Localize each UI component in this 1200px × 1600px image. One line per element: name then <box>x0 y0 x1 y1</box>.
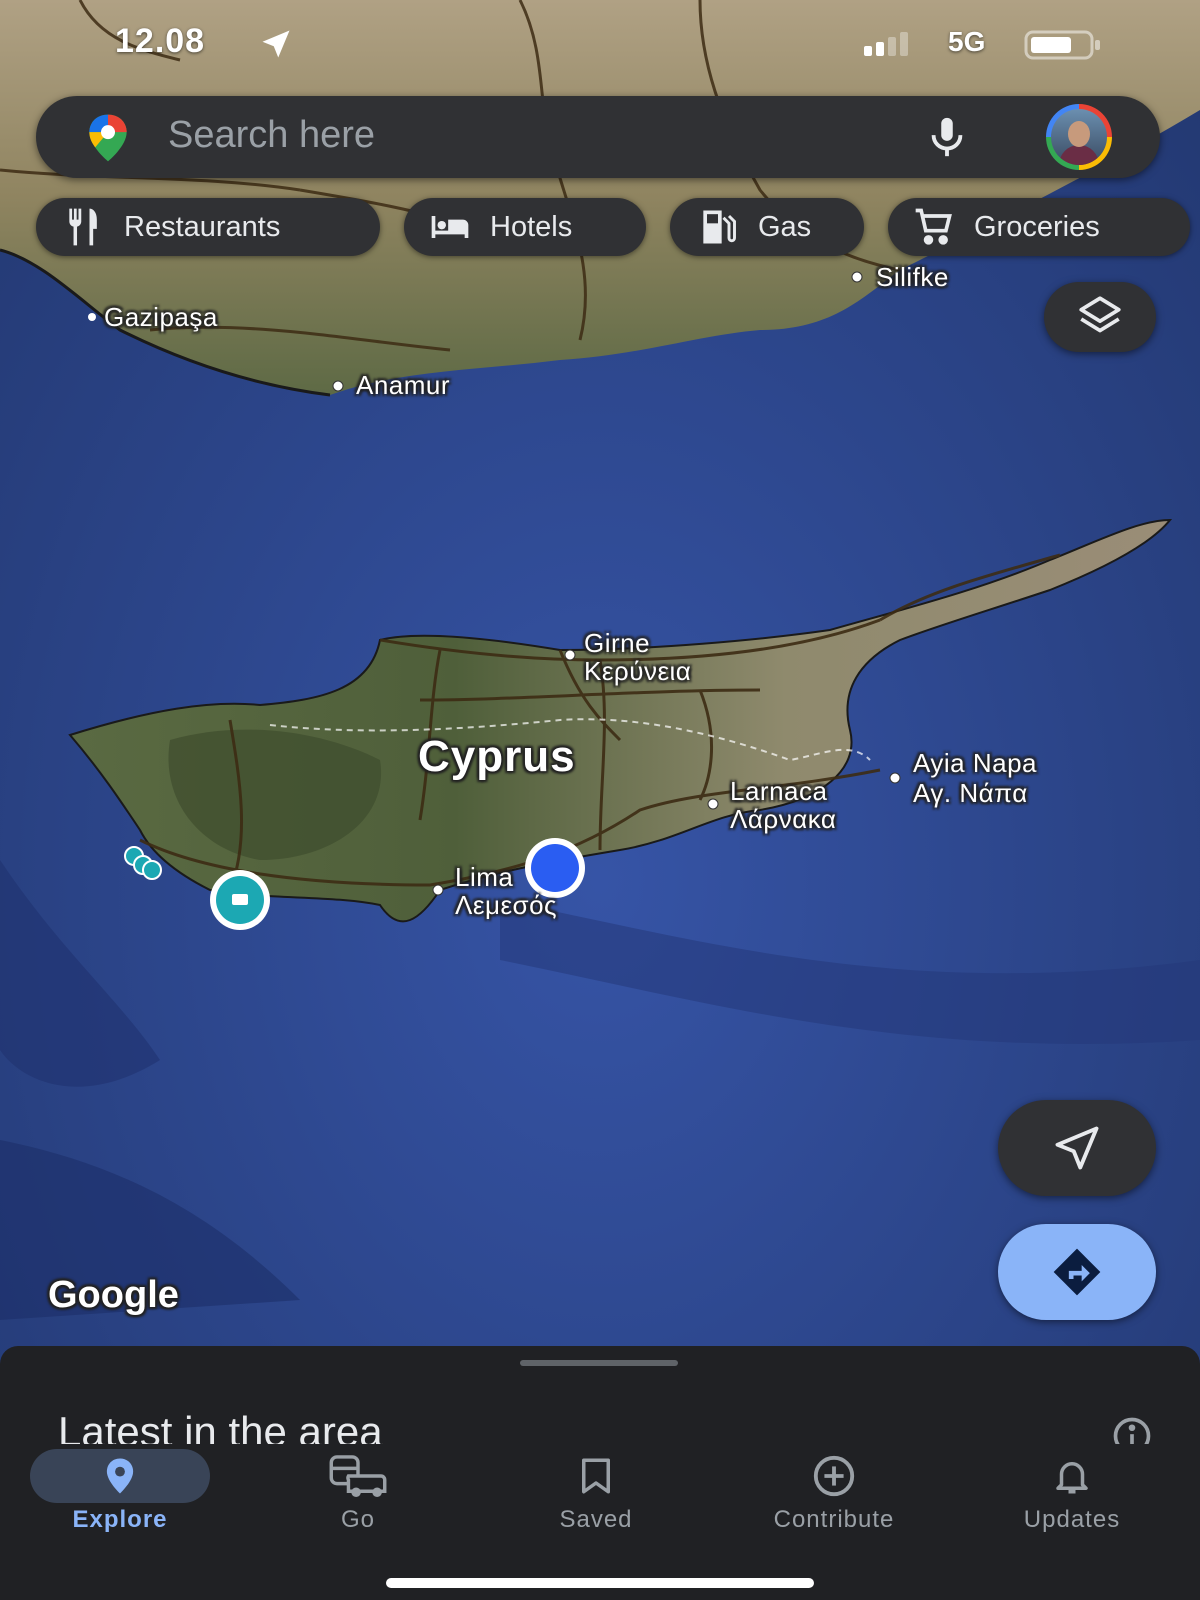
chip-label: Restaurants <box>124 210 281 243</box>
navigation-arrow-icon <box>1055 1126 1099 1170</box>
nav-explore[interactable]: Explore <box>10 1444 230 1554</box>
bell-icon <box>1056 1462 1088 1494</box>
map-label-ayia-napa-greek: Αγ. Νάπα <box>913 778 1028 808</box>
chip-hotels[interactable]: Hotels <box>404 198 646 256</box>
bookmark-icon <box>582 1458 610 1494</box>
directions-icon <box>1053 1248 1101 1296</box>
my-location-button[interactable] <box>998 1100 1156 1196</box>
map-label-limassol: Lima <box>455 862 514 892</box>
chip-label: Gas <box>758 210 812 243</box>
map-label-limassol-greek: Λεμεσός <box>455 890 558 920</box>
microphone-icon[interactable] <box>924 114 970 160</box>
restaurant-icon <box>69 208 97 246</box>
location-arrow-icon <box>262 30 290 58</box>
current-location-dot[interactable] <box>525 838 585 898</box>
search-bar[interactable]: Search here <box>36 96 1160 178</box>
nav-label: Updates <box>1023 1506 1121 1533</box>
directions-button[interactable] <box>998 1224 1156 1320</box>
map-label-kerynia: Κερύνεια <box>584 656 692 686</box>
chip-gas[interactable]: Gas <box>670 198 864 256</box>
chip-groceries[interactable]: Groceries <box>888 198 1190 256</box>
sheet-drag-handle[interactable] <box>520 1360 678 1366</box>
map-label-ayia-napa: Ayia Napa <box>913 748 1037 778</box>
saved-place-marker[interactable] <box>210 870 270 930</box>
add-circle-icon <box>813 1455 855 1497</box>
search-input[interactable]: Search here <box>168 114 375 157</box>
google-maps-logo-icon <box>89 114 127 162</box>
chip-label: Groceries <box>974 210 1100 243</box>
nav-saved[interactable]: Saved <box>486 1444 706 1554</box>
nav-updates[interactable]: Updates <box>962 1444 1182 1554</box>
battery-icon <box>1024 30 1100 60</box>
nav-go[interactable]: Go <box>248 1444 468 1554</box>
nav-contribute[interactable]: Contribute <box>724 1444 944 1554</box>
status-time: 12.08 <box>115 22 206 60</box>
layers-button[interactable] <box>1044 282 1156 352</box>
explore-pin-icon <box>106 1458 134 1494</box>
map-label-larnaca: Larnaca <box>730 776 828 806</box>
map-label-larnaca-greek: Λάρνακα <box>730 804 837 834</box>
commute-icon <box>329 1455 387 1497</box>
map-label-cyprus: Cyprus <box>418 732 576 781</box>
nav-label: Saved <box>559 1506 633 1533</box>
hotel-icon <box>431 216 469 238</box>
nav-label: Go <box>340 1506 375 1533</box>
google-watermark: Google <box>48 1274 179 1316</box>
chip-restaurants[interactable]: Restaurants <box>36 198 380 256</box>
map-label-anamur: Anamur <box>356 370 451 400</box>
network-type: 5G <box>948 26 986 57</box>
layers-icon <box>1079 296 1121 333</box>
chip-label: Hotels <box>490 210 573 243</box>
cart-icon <box>915 208 952 245</box>
bottom-navigation: Explore Go Saved Contribute Updates <box>0 1444 1200 1600</box>
gas-icon <box>703 210 736 244</box>
signal-icon <box>864 32 908 56</box>
nav-label: Contribute <box>773 1506 895 1533</box>
map-label-gazipasa: Gazipaşa <box>104 302 218 332</box>
map-label-girne: Girne <box>584 628 651 658</box>
map-label-silifke: Silifke <box>876 262 949 292</box>
home-indicator[interactable] <box>386 1578 814 1588</box>
avatar[interactable] <box>1046 104 1112 170</box>
nav-label: Explore <box>72 1506 168 1533</box>
